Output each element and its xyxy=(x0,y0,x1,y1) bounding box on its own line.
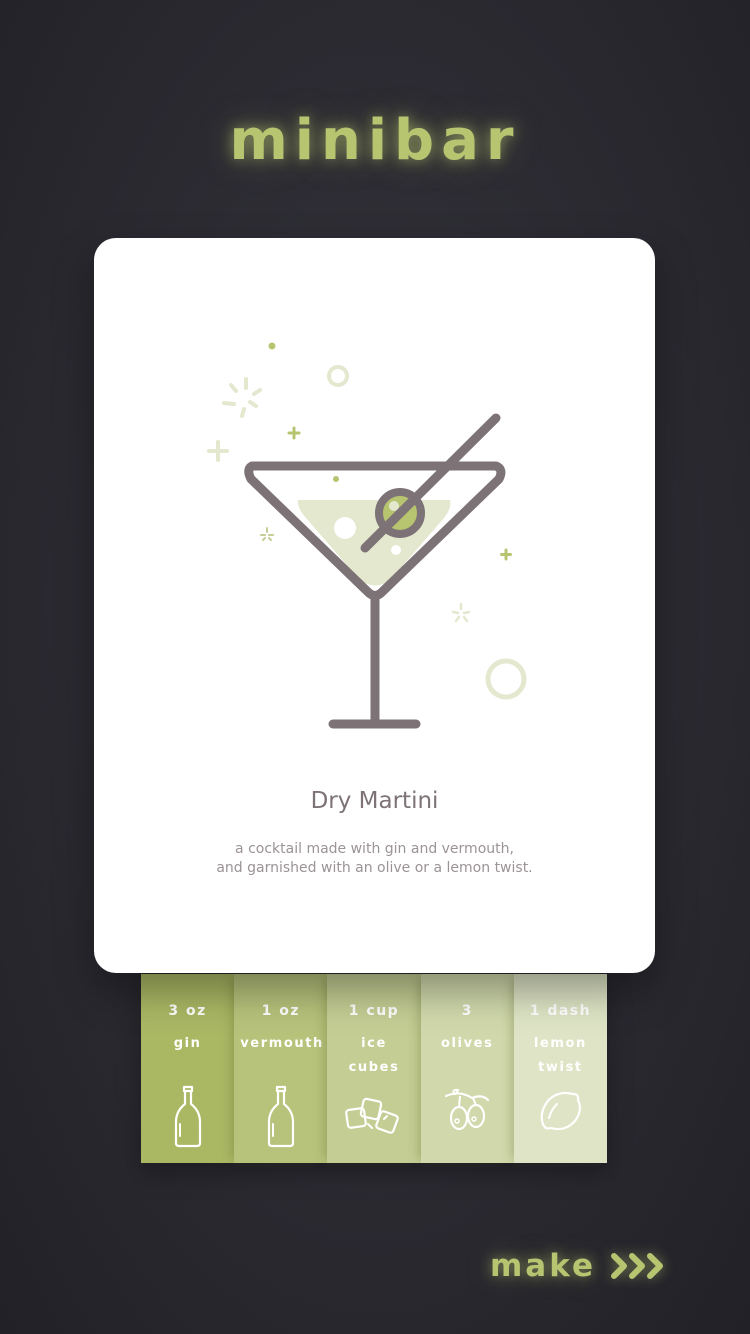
app-logo: minibar xyxy=(229,108,521,173)
triple-chevron-right-icon xyxy=(611,1253,664,1279)
ingredient-name-line: cubes xyxy=(348,1060,400,1075)
ingredient-amount: 1 cup xyxy=(348,1003,400,1019)
ingredient-name-line: twist xyxy=(538,1060,583,1075)
ingredient-amount: 1 dash xyxy=(529,1003,592,1019)
ingredient-amount: 1 oz xyxy=(261,1003,300,1019)
ingredient-amount: 3 xyxy=(461,1003,473,1019)
olives-icon xyxy=(445,1088,490,1131)
cocktail-card[interactable]: Dry Martini a cocktail made with gin and… xyxy=(94,238,655,973)
ingredient-name: vermouth xyxy=(240,1032,324,1056)
ingredient-name-line: lemon xyxy=(533,1036,587,1051)
make-button[interactable]: make xyxy=(490,1248,668,1284)
ice-cubes-icon xyxy=(345,1097,399,1134)
ingredient-name-line: ice xyxy=(361,1036,387,1051)
ingredient-amount: 3 oz xyxy=(168,1003,207,1019)
make-button-label: make xyxy=(490,1248,597,1284)
ingredient-lemon-twist[interactable]: 1 dash lemon twist xyxy=(513,974,608,1163)
ingredient-vermouth[interactable]: 1 oz vermouth xyxy=(234,974,328,1163)
lemon-icon xyxy=(540,1091,582,1131)
ingredient-ice-cubes[interactable]: 1 cup ice cubes xyxy=(327,974,421,1163)
drink-name: Dry Martini xyxy=(310,788,439,814)
bottle-icon xyxy=(174,1085,201,1148)
ingredients-strip: 3 oz gin 1 oz vermouth 1 cup ice cubes 3… xyxy=(141,974,608,1163)
drink-description-line: and garnished with an olive or a lemon t… xyxy=(216,860,533,876)
ingredient-name: ice cubes xyxy=(333,1032,414,1080)
ingredient-olives[interactable]: 3 olives xyxy=(420,974,514,1163)
martini-glass-illustration xyxy=(207,342,527,729)
drink-description: a cocktail made with gin and vermouth, a… xyxy=(134,840,615,878)
ingredient-name-line: vermouth xyxy=(240,1036,324,1051)
drink-description-line: a cocktail made with gin and vermouth, xyxy=(235,841,514,857)
ingredient-name: gin xyxy=(147,1032,228,1056)
bottle-icon xyxy=(267,1085,294,1148)
ingredient-name: lemon twist xyxy=(520,1032,601,1080)
ingredient-name-line: gin xyxy=(173,1036,202,1051)
ingredient-name-line: olives xyxy=(440,1036,494,1051)
ingredient-name: olives xyxy=(427,1032,508,1056)
ingredient-gin[interactable]: 3 oz gin xyxy=(141,974,235,1163)
